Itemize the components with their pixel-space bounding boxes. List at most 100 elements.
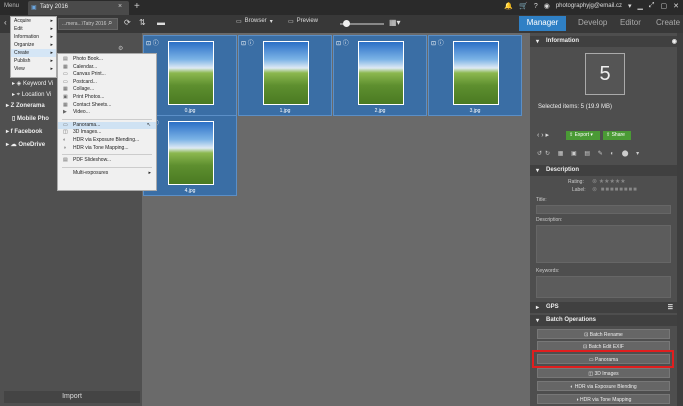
browser-button[interactable]: ▭ Browser ▾ (236, 18, 273, 25)
dropdown-icon[interactable]: ▾ (628, 2, 632, 10)
thumbnail-2[interactable]: ⊡ ⓘ 2.jpg (333, 35, 427, 116)
menu-item-postcard[interactable]: ▭ Postcard... (58, 79, 156, 87)
tree-item-location-view[interactable]: ▸ ⌖ Location Vi (12, 91, 51, 99)
menu-item-panorama[interactable]: ▭ Panorama... ↖ (58, 121, 156, 130)
menu-item-calendar[interactable]: ▦ Calendar... (58, 64, 156, 72)
menu-label: HDR via Tone Mapping... (73, 144, 129, 151)
tree-item-keyword-view[interactable]: ▸ ◈ Keyword Vi (12, 80, 53, 87)
menu-item-print-photos[interactable]: ▣ Print Photos... (58, 94, 156, 102)
tree-item-onedrive[interactable]: ▸ ☁ OneDrive (6, 141, 45, 148)
menu-item-edit[interactable]: Edit ▸ (11, 25, 56, 33)
mode-tab-develop[interactable]: Develop (572, 16, 613, 31)
menu-item-3d-images[interactable]: ◫ 3D Images... (58, 129, 156, 137)
share-button[interactable]: ⇧ Share (603, 131, 631, 140)
new-tab-icon[interactable]: + (134, 1, 140, 12)
batch-operations-section-header[interactable]: ▾ Batch Operations (530, 315, 683, 326)
import-button[interactable]: Import (4, 391, 140, 403)
bell-icon[interactable]: 🔔 (504, 2, 513, 10)
description-section-header[interactable]: ▾ Description (530, 165, 683, 176)
title-input[interactable] (536, 205, 671, 214)
menu-item-information[interactable]: Information ▸ (11, 33, 56, 41)
menu-label: Collage... (73, 86, 95, 93)
thumbnail-1[interactable]: ⊡ ⓘ 1.jpg (238, 35, 332, 116)
quick-tools-row[interactable]: ↺↻ ▦ ▣ ▤ ✎ ◐ ⬤ ▾ (537, 150, 642, 157)
title-field-label: Title: (536, 197, 547, 203)
menu-item-collage[interactable]: ▦ Collage... (58, 86, 156, 94)
question-icon[interactable]: ? (534, 3, 538, 10)
menu-item-multi-exposures[interactable]: Multi-exposures ▸ (58, 170, 156, 178)
menu-item-canvas-print[interactable]: ▭ Canvas Print... (58, 71, 156, 79)
menu-item-acquire[interactable]: Acquire ▸ (11, 17, 56, 25)
browser-icon: ▭ (236, 19, 242, 25)
nav-arrows[interactable]: ‹ › ▸ (537, 131, 549, 139)
menu-item-video[interactable]: ▶ Video... (58, 109, 156, 117)
mode-tab-editor[interactable]: Editor (614, 16, 647, 31)
close-icon[interactable]: ✕ (673, 2, 679, 10)
right-panel-scrollbar[interactable] (677, 33, 683, 406)
chevron-right-icon: ▸ (50, 58, 53, 64)
menu-button[interactable]: Menu (4, 3, 19, 9)
grid-view-icon[interactable]: ▦▾ (389, 18, 401, 27)
tree-label: OneDrive (18, 142, 46, 148)
menu-label: Print Photos... (73, 93, 105, 100)
menu-item-create[interactable]: Create ▸ (11, 49, 56, 57)
batch-3d-images-button[interactable]: ◫ 3D Images (537, 368, 670, 378)
tree-item-zonerama[interactable]: ▸ Z Zonerama (6, 102, 45, 109)
menu-item-view[interactable]: View ▸ (11, 65, 56, 73)
user-icon[interactable]: ◉ (544, 2, 550, 10)
description-textarea[interactable] (536, 225, 671, 263)
batch-label: Batch Rename (589, 332, 623, 338)
menu-item-pdf-slideshow[interactable]: ▤ PDF Slideshow... (58, 157, 156, 165)
minimize-icon[interactable]: ▁ (638, 2, 643, 10)
cart-icon[interactable]: 🛒 (519, 2, 528, 10)
chevron-right-icon: ▸ (50, 42, 53, 48)
mode-tab-create[interactable]: Create (650, 16, 683, 31)
menu-label: Acquire (14, 18, 31, 24)
thumb-info-icons: ⊡ ⓘ (241, 41, 254, 47)
new-folder-icon[interactable]: ▬ (157, 18, 165, 27)
panorama-icon: ▭ (63, 121, 68, 128)
thumbnail-3[interactable]: ⊡ ⓘ 3.jpg (428, 35, 522, 116)
maximize-icon[interactable]: ▢ (661, 2, 668, 10)
gps-menu-icon[interactable]: ☰ (668, 304, 673, 311)
back-icon[interactable]: ‹ (4, 18, 7, 27)
sort-icon[interactable]: ⇅ (139, 18, 146, 27)
main-menu: Acquire ▸ Edit ▸ Information ▸ Organize ▸ Cr… (10, 16, 57, 78)
preview-button[interactable]: ▭ Preview (288, 18, 318, 25)
thumbnail-filename: 3.jpg (469, 108, 481, 114)
menu-item-photo-book[interactable]: ▤ Photo Book... (58, 56, 156, 64)
menu-separator (62, 166, 152, 168)
zoom-slider-knob[interactable] (343, 20, 350, 27)
menu-item-contact-sheets[interactable]: ▦ Contact Sheets... (58, 102, 156, 110)
print-icon: ▣ (63, 93, 68, 100)
menu-item-hdr-exposure-blending[interactable]: ◐ HDR via Exposure Blending... (58, 137, 156, 145)
menu-item-organize[interactable]: Organize ▸ (11, 41, 56, 49)
batch-rename-button[interactable]: ⊡ Batch Rename (537, 329, 670, 339)
batch-hdr-exposure-button[interactable]: ◐ HDR via Exposure Blending (537, 381, 670, 391)
menu-label: Create (14, 50, 30, 56)
fullscreen-icon[interactable]: ⤢ (649, 2, 655, 10)
rating-stars[interactable]: ⊗ ★★★★★ (592, 178, 626, 185)
refresh-icon[interactable]: ⟳ (124, 18, 131, 27)
tab-tatry-2016[interactable]: ▣ Tatry 2016 × (28, 1, 129, 15)
tree-item-facebook[interactable]: ▸ f Facebook (6, 128, 42, 135)
color-labels[interactable]: ⊗ ■■■■■■■■ (592, 186, 638, 193)
user-email[interactable]: photographyjg@email.cz (556, 3, 622, 9)
tab-close-icon[interactable]: × (118, 3, 122, 10)
panel-settings-icon[interactable]: ⚙ (118, 45, 123, 52)
gps-section-header[interactable]: ▸ GPS ☰ (530, 302, 683, 313)
keywords-input[interactable] (536, 276, 671, 298)
tab-label: Tatry 2016 (40, 4, 69, 10)
menu-item-hdr-tone-mapping[interactable]: ◑ HDR via Tone Mapping... (58, 145, 156, 153)
mode-tab-manager[interactable]: Manager (519, 16, 566, 31)
rating-label: Rating: (568, 179, 584, 185)
tree-item-mobile-phone[interactable]: ▯ Mobile Pho (12, 115, 49, 122)
batch-hdr-tone-button[interactable]: ◑ HDR via Tone Mapping (537, 394, 670, 404)
menu-item-publish[interactable]: Publish ▸ (11, 57, 56, 65)
thumbnail-0[interactable]: ⊡ ⓘ 0.jpg (143, 35, 237, 116)
export-button[interactable]: ⇪ Export ▾ (566, 131, 600, 140)
information-section-header[interactable]: ▾ Information ◉ (530, 36, 683, 47)
keywords-field-label: Keywords: (536, 268, 560, 274)
search-icon[interactable]: ⌕ (108, 18, 112, 28)
thumbnail-4[interactable]: ⊡ ⓘ 4.jpg (143, 115, 237, 196)
